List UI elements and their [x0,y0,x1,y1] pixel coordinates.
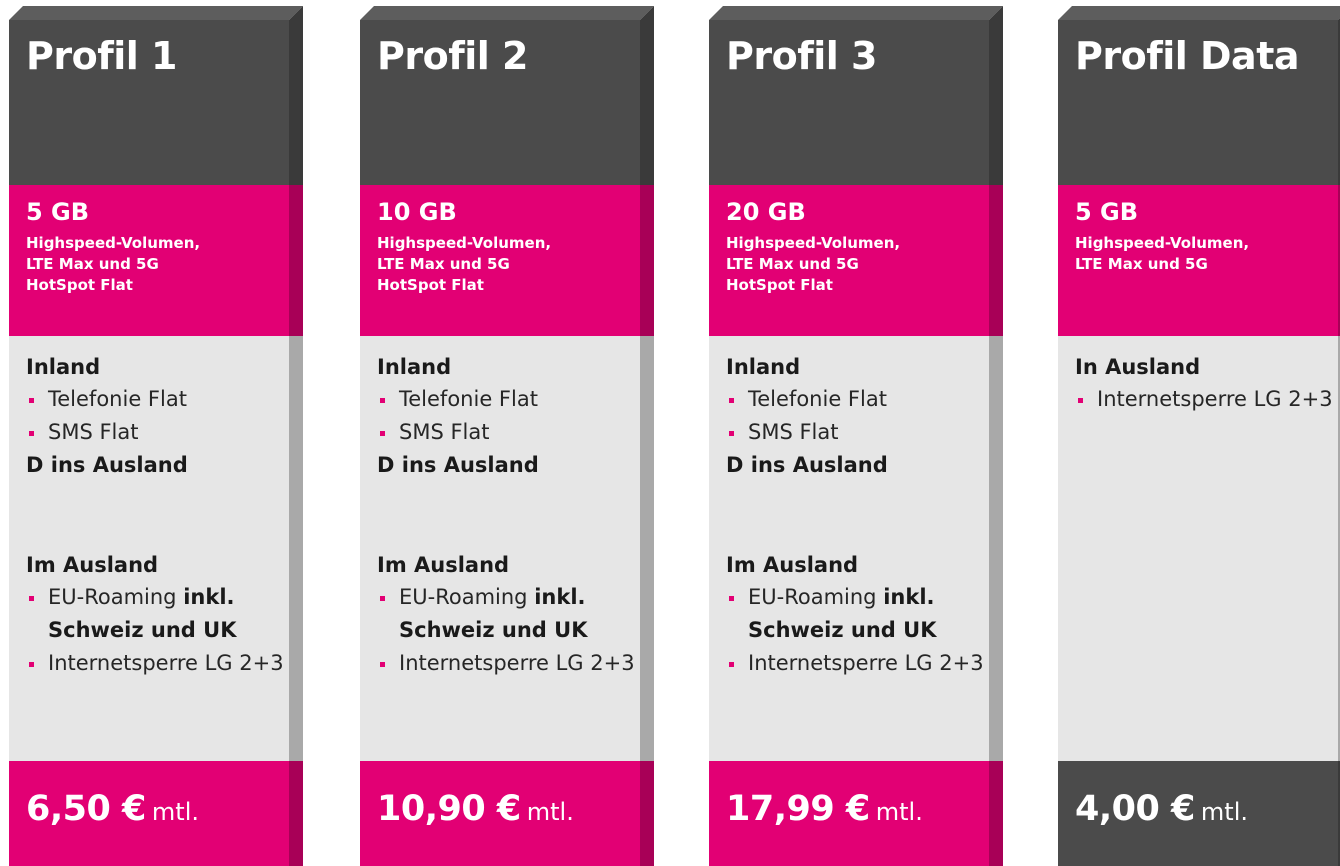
volume-amount: 5 GB [26,198,90,226]
d-ins-ausland-heading: D ins Ausland [377,453,539,477]
feature-item: SMS Flat [377,416,640,449]
feature-item-roaming: EU-Roaming inkl. Schweiz und UK [26,581,289,647]
card-title: Profil 2 [377,34,528,78]
feature-item: Telefonie Flat [377,383,640,416]
volume-amount: 20 GB [726,198,806,226]
volume-line: Highspeed-Volumen, [26,234,201,252]
feature-item: SMS Flat [26,416,289,449]
price-amount: 17,99 € [726,789,870,829]
card-title: Profil 1 [26,34,177,78]
volume-line: LTE Max und 5G [726,255,859,273]
profile-card-3[interactable]: Profil 3 20 GB Highspeed-Volumen, LTE Ma… [709,0,1009,866]
volume-line: Highspeed-Volumen, [377,234,552,252]
volume-line: LTE Max und 5G [26,255,159,273]
profile-card-1[interactable]: Profil 1 5 GB Highspeed-Volumen, LTE Max… [9,0,309,866]
inland-heading: Inland [726,355,801,379]
feature-item-roaming: EU-Roaming inkl. Schweiz und UK [726,581,989,647]
volume-line: Highspeed-Volumen, [726,234,901,252]
price-unit: mtl. [526,798,574,826]
d-ins-ausland-heading: D ins Ausland [726,453,888,477]
ausland-heading: Im Ausland [377,553,510,577]
price-amount: 4,00 € [1075,789,1195,829]
price-unit: mtl. [1200,798,1248,826]
card-title: Profil 3 [726,34,877,78]
price-amount: 10,90 € [377,789,521,829]
ausland-heading: Im Ausland [26,553,159,577]
price-unit: mtl. [151,798,199,826]
feature-item: Internetsperre LG 2+3 [26,647,289,680]
profile-card-2[interactable]: Profil 2 10 GB Highspeed-Volumen, LTE Ma… [360,0,660,866]
price-unit: mtl. [875,798,923,826]
volume-line: HotSpot Flat [377,276,484,294]
d-ins-ausland-heading: D ins Ausland [26,453,188,477]
inland-heading: Inland [377,355,452,379]
feature-item: Internetsperre LG 2+3 [726,647,989,680]
card-title: Profil Data [1075,34,1300,78]
feature-item: Internetsperre LG 2+3 [377,647,640,680]
ausland-heading: Im Ausland [726,553,859,577]
ausland-heading: In Ausland [1075,355,1201,379]
volume-line: LTE Max und 5G [1075,255,1208,273]
volume-amount: 10 GB [377,198,457,226]
volume-line: Highspeed-Volumen, [1075,234,1250,252]
volume-amount: 5 GB [1075,198,1139,226]
volume-line: LTE Max und 5G [377,255,510,273]
feature-item: Telefonie Flat [726,383,989,416]
volume-line: HotSpot Flat [26,276,133,294]
profile-card-data[interactable]: Profil Data 5 GB Highspeed-Volumen, LTE … [1058,0,1340,866]
feature-item: Telefonie Flat [26,383,289,416]
feature-item: Internetsperre LG 2+3 [1075,383,1338,416]
price-amount: 6,50 € [26,789,146,829]
feature-item: SMS Flat [726,416,989,449]
feature-item-roaming: EU-Roaming inkl. Schweiz und UK [377,581,640,647]
volume-line: HotSpot Flat [726,276,833,294]
inland-heading: Inland [26,355,101,379]
